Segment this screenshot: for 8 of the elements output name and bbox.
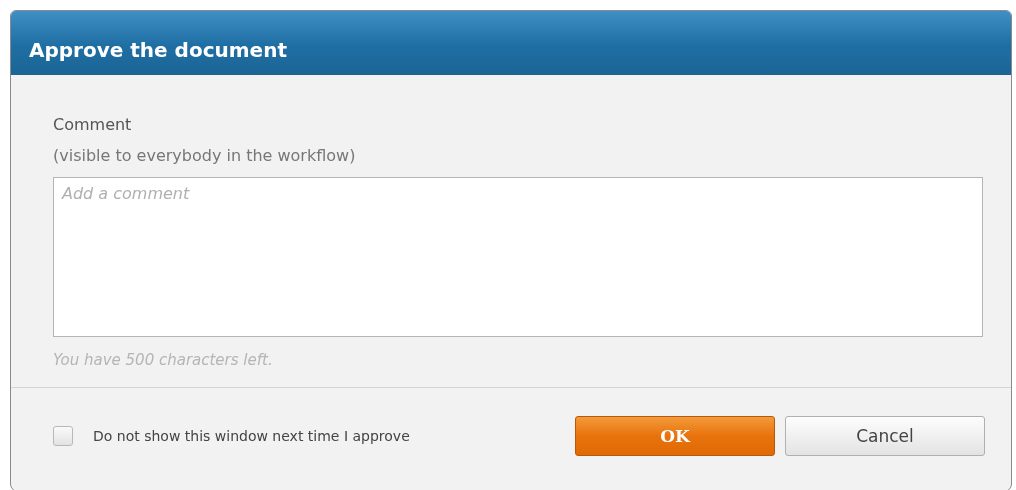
cancel-button[interactable]: Cancel	[785, 415, 985, 456]
comment-hint: (visible to everybody in the workflow)	[53, 146, 357, 165]
comment-label: Comment	[53, 115, 133, 134]
character-counter: You have 500 characters left.	[53, 351, 274, 369]
checkbox[interactable]	[53, 425, 73, 446]
dialog-title: Approve the document	[29, 38, 287, 62]
comment-field[interactable]: Add a comment	[53, 177, 983, 337]
checkbox-label[interactable]: Do not show this window next time I approve	[93, 427, 410, 444]
